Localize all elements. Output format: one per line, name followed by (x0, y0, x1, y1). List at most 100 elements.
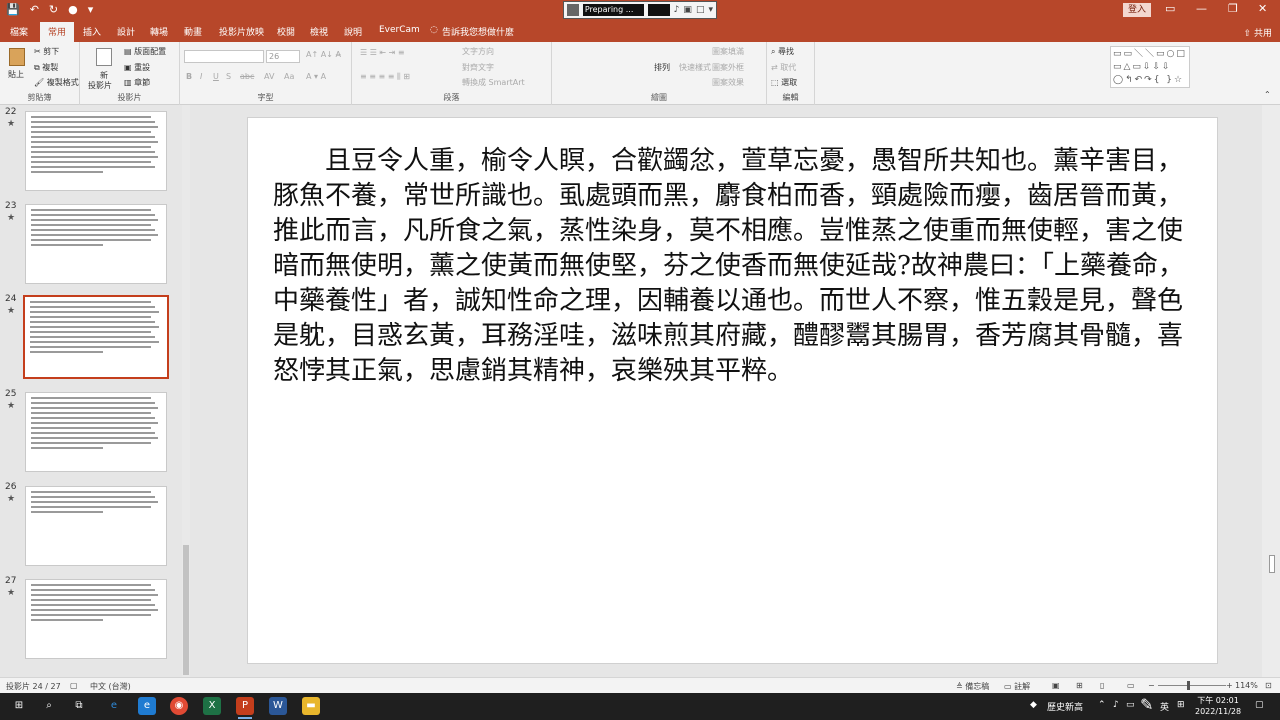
strikethrough-icon[interactable]: abc (240, 72, 254, 81)
zoom-in-icon[interactable]: + (1226, 681, 1233, 690)
select-button[interactable]: ⬚ 選取 (771, 77, 797, 88)
language-indicator[interactable]: 中文 (台灣) (90, 681, 131, 692)
smartart-button[interactable]: 轉換成 SmartArt (462, 77, 525, 88)
shape-outline-button[interactable]: 圖案外框 (712, 62, 744, 73)
font-color-icon[interactable]: A ▾ A (306, 72, 326, 81)
tray-expand-icon[interactable]: ⌃ (1098, 700, 1106, 710)
search-icon[interactable]: ⌕ (40, 697, 58, 715)
align-text-button[interactable]: 對齊文字 (462, 62, 494, 73)
slide-thumbnail-26[interactable] (25, 486, 167, 566)
comments-button[interactable]: ▭ 註解 (1004, 681, 1030, 692)
notification-icon[interactable]: ▢ (1255, 700, 1264, 710)
new-slide-icon[interactable] (96, 48, 112, 66)
system-clock[interactable]: 下午 02:01 2022/11/28 (1195, 695, 1241, 717)
shadow-icon[interactable]: S (226, 72, 231, 81)
thumbnail-scrollbar[interactable] (182, 105, 190, 677)
change-case-icon[interactable]: Aa (284, 72, 294, 81)
tab-design[interactable]: 設計 (117, 25, 135, 38)
word-icon[interactable]: W (269, 697, 287, 715)
share-button[interactable]: ⇧ 共用 (1244, 26, 1272, 39)
reset-button[interactable]: ▣ 重設 (124, 62, 150, 73)
restore-window-icon[interactable]: ❐ (1228, 2, 1238, 15)
slideshow-view-icon[interactable]: ▭ (1127, 681, 1135, 690)
tab-review[interactable]: 校閱 (277, 25, 295, 38)
format-painter-button[interactable]: 🖌 複製格式 (34, 77, 79, 88)
bullets-icon[interactable]: ☰ ☰ ⇤ ⇥ ≡ (360, 48, 405, 57)
tab-help[interactable]: 說明 (344, 25, 362, 38)
collapse-ribbon-icon[interactable]: ⌃ (1264, 90, 1271, 99)
normal-view-icon[interactable]: ▣ (1052, 681, 1060, 690)
slide-sorter-icon[interactable]: ⊞ (1076, 681, 1083, 690)
ime-indicator[interactable]: 英 (1160, 700, 1169, 713)
editor-scroll-thumb[interactable] (1269, 555, 1275, 573)
zoom-level[interactable]: 114% (1235, 681, 1258, 690)
bold-icon[interactable]: B (186, 72, 192, 81)
microphone-icon[interactable]: ♪ (674, 5, 680, 15)
tab-home[interactable]: 常用 (40, 22, 75, 42)
slide-thumbnail-25[interactable] (25, 392, 167, 472)
zoom-slider-thumb[interactable] (1187, 681, 1190, 690)
spellcheck-icon[interactable]: ▢ (70, 681, 78, 690)
shape-fill-button[interactable]: 圖案填滿 (712, 46, 744, 57)
char-spacing-icon[interactable]: AV (264, 72, 274, 81)
text-direction-button[interactable]: 文字方向 (462, 46, 494, 57)
copy-button[interactable]: ⧉ 複製 (34, 62, 58, 73)
replace-button[interactable]: ⇄ 取代 (771, 62, 796, 73)
fit-to-window-icon[interactable]: ⊡ (1265, 681, 1272, 690)
microphone-icon[interactable]: ♪ (1113, 700, 1119, 710)
editor-scrollbar[interactable] (1262, 105, 1280, 677)
undo-icon[interactable]: ↶ (30, 3, 39, 16)
record-icon[interactable]: ● (68, 3, 78, 16)
tab-transitions[interactable]: 轉場 (150, 25, 168, 38)
tab-evercam[interactable]: EverCam (379, 25, 420, 35)
zoom-slider[interactable] (1158, 685, 1226, 686)
font-name-field[interactable] (184, 50, 264, 63)
shape-effects-button[interactable]: 圖案效果 (712, 77, 744, 88)
signin-button[interactable]: 登入 (1123, 3, 1151, 17)
italic-icon[interactable]: I (200, 72, 202, 81)
slide-thumbnail-22[interactable] (25, 111, 167, 191)
tab-view[interactable]: 檢視 (310, 25, 328, 38)
new-slide-label-2[interactable]: 投影片 (88, 80, 112, 91)
align-icons[interactable]: ≡ ≡ ≡ ≡ ⫼ ⊞ (360, 72, 410, 82)
tell-me-search[interactable]: 告訴我您想做什麼 (442, 25, 514, 38)
network-icon[interactable]: ▭ (1126, 700, 1135, 710)
zoom-out-icon[interactable]: − (1148, 681, 1155, 690)
file-explorer-icon[interactable]: ▬ (302, 697, 320, 715)
save-icon[interactable]: 💾 (6, 3, 20, 16)
slide-thumbnail-27[interactable] (25, 579, 167, 659)
paste-icon[interactable] (9, 48, 25, 66)
edge-browser-icon[interactable]: e (138, 697, 156, 715)
excel-icon[interactable]: X (203, 697, 221, 715)
font-size-field[interactable]: 26 (266, 50, 300, 63)
ie-browser-icon[interactable]: e (105, 697, 123, 715)
reading-view-icon[interactable]: ▯ (1100, 681, 1104, 690)
powerpoint-icon[interactable]: P (236, 697, 254, 719)
dropdown-icon[interactable]: ▾ (708, 5, 713, 15)
close-icon[interactable]: ✕ (1258, 2, 1267, 15)
minimize-icon[interactable]: — (1196, 2, 1207, 15)
underline-icon[interactable]: U (213, 72, 219, 81)
section-button[interactable]: ▥ 章節 (124, 77, 150, 88)
camera-icon[interactable]: ▣ (683, 5, 692, 15)
slide-thumbnail-24[interactable] (23, 295, 169, 379)
redo-icon[interactable]: ↻ (49, 3, 58, 16)
slide-text-box[interactable]: 且豆令人重，榆令人瞑，合歡蠲忿，萱草忘憂，愚智所共知也。薰辛害目，豚魚不養，常世… (273, 144, 1193, 389)
layout-button[interactable]: ▤ 版面配置 (124, 46, 166, 57)
quick-styles-button[interactable]: 快速樣式 (679, 62, 711, 73)
paste-button[interactable]: 貼上 (8, 69, 24, 80)
thumbnail-scroll-thumb[interactable] (183, 545, 189, 675)
find-button[interactable]: ⌕ 尋找 (771, 46, 794, 57)
tab-slideshow[interactable]: 投影片放映 (219, 25, 264, 38)
slide-thumbnail-23[interactable] (25, 204, 167, 284)
tab-file[interactable]: 檔案 (10, 25, 28, 38)
screen-icon[interactable]: □ (696, 5, 705, 15)
customize-qat-icon[interactable]: ▾ (88, 3, 94, 16)
chrome-icon[interactable]: ◉ (170, 697, 188, 715)
cut-button[interactable]: ✂ 剪下 (34, 46, 59, 57)
ribbon-display-icon[interactable]: ▭ (1165, 2, 1175, 15)
shapes-gallery[interactable]: ▭▭＼＼▭○□ ▭△▭⇩⇩⇩ ◯↰↶↷{ }☆ (1110, 46, 1190, 88)
notes-button[interactable]: ≜ 備忘稿 (956, 681, 989, 692)
font-grow-icon[interactable]: A↑ A↓ A̶ (306, 50, 341, 59)
tab-insert[interactable]: 插入 (83, 25, 101, 38)
